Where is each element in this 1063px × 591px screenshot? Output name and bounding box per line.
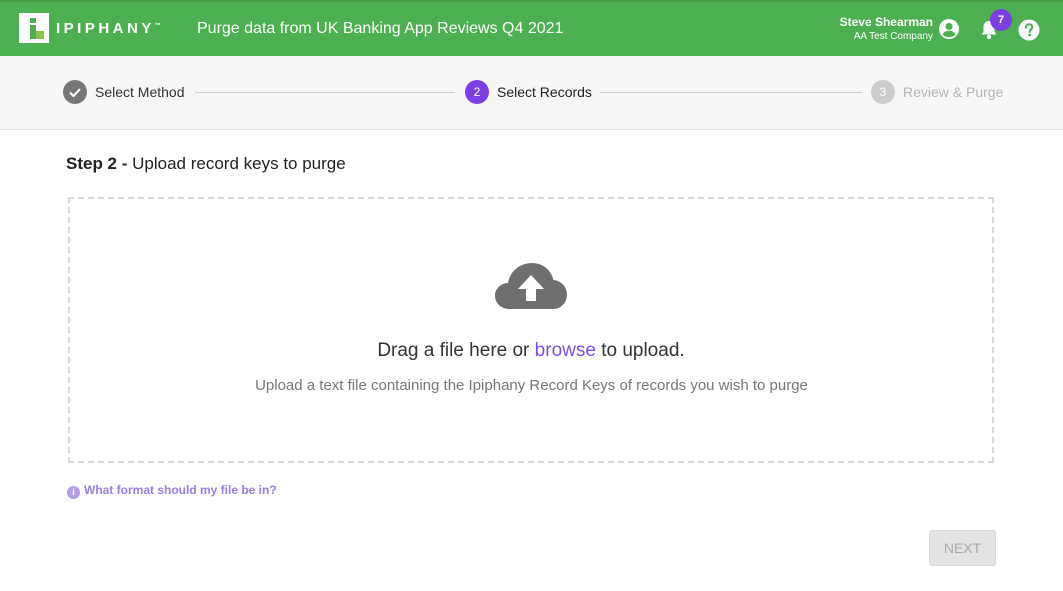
step-connector [600,92,862,93]
browse-link[interactable]: browse [535,340,596,361]
info-icon: i [67,486,80,499]
next-button[interactable]: NEXT [929,530,996,566]
step-connector [195,92,455,93]
step-title: Upload record keys to purge [132,154,346,173]
logo-icon [30,18,44,39]
help-icon[interactable] [1018,19,1040,46]
notification-count-badge[interactable]: 7 [990,9,1012,31]
file-drop-zone[interactable] [68,197,994,463]
user-company: AA Test Company [853,31,933,42]
step-prefix: Step 2 - [66,154,128,173]
step-number-pending: 3 [871,80,895,104]
step-complete-check-icon [63,80,87,104]
step-label-select-method: Select Method [95,84,185,100]
step-label-review-purge: Review & Purge [903,84,1004,100]
file-format-help-link[interactable]: i What format should my file be in? [67,483,277,499]
top-bar: IPIPHANY™ Purge data from UK Banking App… [0,0,1063,56]
step-label-select-records: Select Records [497,84,592,100]
brand-name: IPIPHANY™ [56,20,161,37]
user-name: Steve Shearman [839,15,933,29]
drop-text-before: Drag a file here or [377,340,535,361]
brand-trademark: ™ [154,23,161,29]
step-number-active: 2 [465,80,489,104]
cloud-upload-icon[interactable] [494,261,568,316]
drop-text-after: to upload. [595,340,685,361]
help-link-label[interactable]: What format should my file be in? [84,483,277,497]
upload-hint: Upload a text file containing the Ipipha… [255,377,808,394]
page-title: Purge data from UK Banking App Reviews Q… [197,20,564,37]
drop-instructions: Drag a file here or browse to upload. [68,340,994,362]
ipiphany-logo[interactable] [19,13,49,43]
account-icon[interactable] [938,18,960,45]
step-heading: Step 2 - Upload record keys to purge [66,154,346,174]
progress-stepper: Select Method 2 Select Records 3 Review … [0,56,1063,130]
